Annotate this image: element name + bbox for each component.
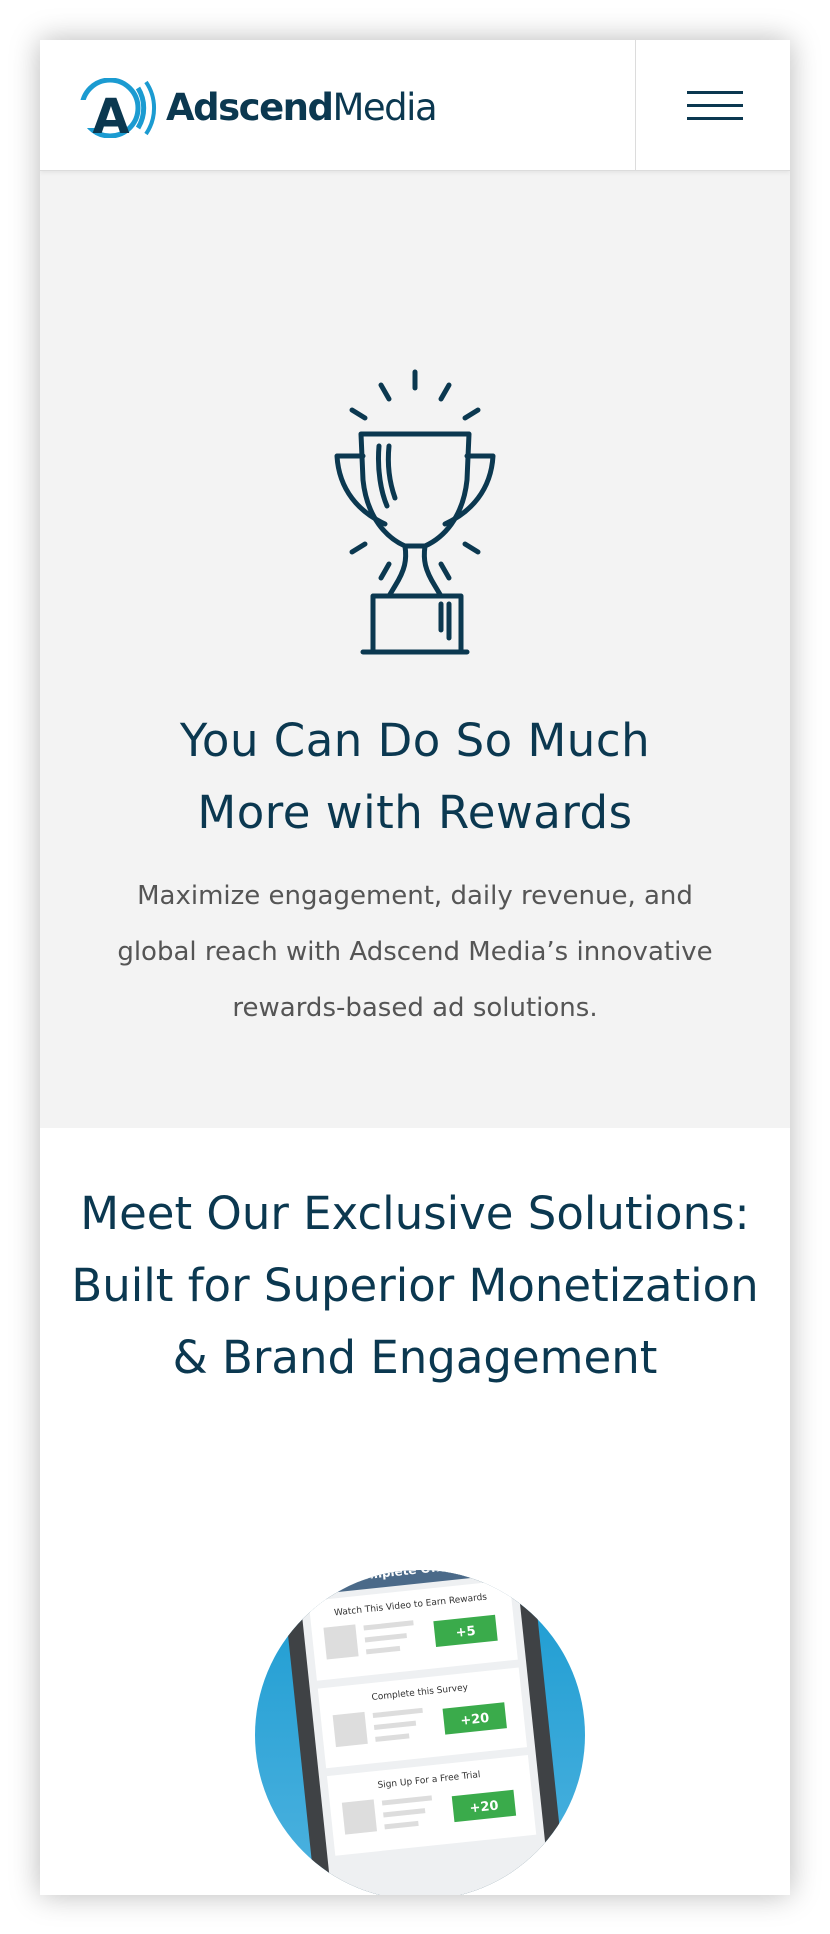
hero-text-line: Maximize engagement, daily revenue, and: [137, 881, 693, 911]
logo-name-bold: Adscend: [166, 86, 334, 129]
solutions-title-line: & Brand Engagement: [172, 1331, 658, 1384]
solutions-title-line: Meet Our Exclusive Solutions:: [80, 1187, 750, 1240]
logo[interactable]: A AdscendMedia: [74, 78, 438, 138]
logo-wordmark: AdscendMedia: [166, 78, 438, 138]
phone-mockup: Complete Offers Watch This Video to Earn…: [255, 1570, 585, 1895]
logo-mark-icon: A: [76, 78, 157, 138]
logo-name-regular: Media: [332, 86, 438, 129]
solutions-title: Meet Our Exclusive Solutions: Built for …: [60, 1178, 770, 1394]
hero-title-line: You Can Do So Much: [179, 714, 651, 767]
reward-value: +20: [460, 1711, 490, 1729]
hero-title: You Can Do So Much More with Rewards: [80, 705, 750, 849]
hero-description: Maximize engagement, daily revenue, and …: [95, 868, 735, 1036]
solutions-title-line: Built for Superior Monetization: [71, 1259, 759, 1312]
trophy-icon: [334, 369, 496, 655]
hero-text-line: global reach with Adscend Media’s innova…: [117, 937, 713, 967]
reward-value: +20: [469, 1798, 499, 1816]
svg-text:A: A: [92, 89, 129, 138]
reward-value: +5: [455, 1624, 476, 1641]
site-header: A AdscendMedia: [40, 40, 790, 171]
phone-illustration: Complete Offers Watch This Video to Earn…: [250, 1480, 590, 1895]
hero-section: You Can Do So Much More with Rewards Max…: [40, 170, 790, 1128]
page-frame: A AdscendMedia You Can Do So Much More w…: [40, 40, 790, 1895]
menu-button[interactable]: [635, 40, 790, 170]
hero-text-line: rewards-based ad solutions.: [232, 993, 598, 1023]
hero-title-line: More with Rewards: [197, 786, 633, 839]
